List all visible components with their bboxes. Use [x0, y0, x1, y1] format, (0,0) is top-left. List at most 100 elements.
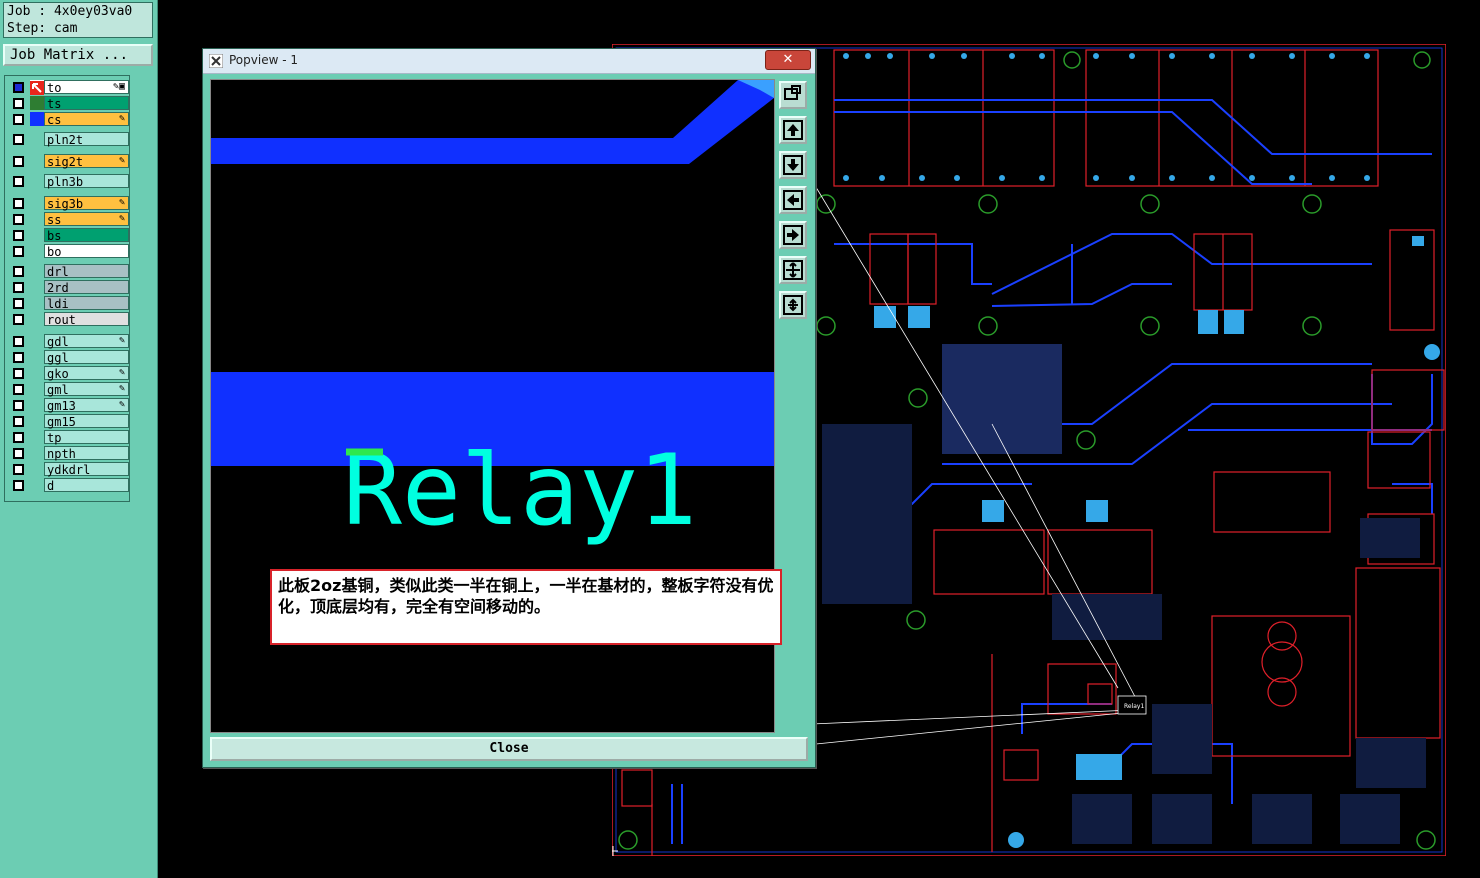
layer-name[interactable]: pln3b [44, 174, 129, 189]
zoom-window-tool[interactable] [779, 81, 807, 109]
layer-checkbox[interactable] [13, 314, 24, 325]
layer-color-swatch[interactable] [30, 80, 44, 95]
layer-color-swatch[interactable] [30, 398, 44, 412]
layer-checkbox[interactable] [13, 134, 24, 145]
layer-color-swatch[interactable] [30, 154, 44, 168]
pan-down-icon[interactable] [779, 151, 807, 179]
layer-row-to[interactable]: to ✎▣ [7, 80, 129, 95]
layer-row-drl[interactable]: drl [7, 264, 129, 279]
layer-name[interactable]: ldi [44, 296, 129, 311]
layer-checkbox[interactable] [13, 114, 24, 125]
popview-window[interactable]: Popview - 1 ✕ Relay1 Close [202, 48, 816, 768]
layer-checkbox[interactable] [13, 266, 24, 277]
layer-name[interactable]: ts [44, 96, 129, 111]
layer-row-ydkdrl[interactable]: ydkdrl [7, 462, 129, 477]
layer-name[interactable]: gml [44, 382, 129, 397]
layer-color-swatch[interactable] [30, 462, 44, 476]
popview-titlebar[interactable]: Popview - 1 ✕ [203, 49, 815, 74]
layer-checkbox[interactable] [13, 368, 24, 379]
layer-color-swatch[interactable] [30, 382, 44, 396]
layer-row-bs[interactable]: bs [7, 228, 129, 243]
layer-color-swatch[interactable] [30, 196, 44, 210]
layer-checkbox[interactable] [13, 448, 24, 459]
layer-name[interactable]: ggl [44, 350, 129, 365]
layer-color-swatch[interactable] [30, 132, 44, 146]
layer-color-swatch[interactable] [30, 414, 44, 428]
layer-row-pln2t[interactable]: pln2t [7, 132, 129, 147]
layer-checkbox[interactable] [13, 298, 24, 309]
layer-color-swatch[interactable] [30, 174, 44, 188]
layer-checkbox[interactable] [13, 214, 24, 225]
pan-left-icon[interactable] [779, 186, 807, 214]
layer-name[interactable]: tp [44, 430, 129, 445]
layer-name[interactable]: ydkdrl [44, 462, 129, 477]
layer-name[interactable]: sig2t [44, 154, 129, 169]
layer-color-swatch[interactable] [30, 350, 44, 364]
layer-color-swatch[interactable] [30, 334, 44, 348]
window-close-button[interactable]: ✕ [765, 50, 811, 70]
layer-row-gml[interactable]: gml ✎ [7, 382, 129, 397]
zoom-in-icon[interactable] [779, 256, 807, 284]
layer-row-cs[interactable]: cs ✎ [7, 112, 129, 127]
layer-checkbox[interactable] [13, 198, 24, 209]
layer-row-ggl[interactable]: ggl [7, 350, 129, 365]
layer-checkbox[interactable] [13, 352, 24, 363]
layer-checkbox[interactable] [13, 176, 24, 187]
layer-checkbox[interactable] [13, 480, 24, 491]
layer-name[interactable]: rout [44, 312, 129, 327]
layer-checkbox[interactable] [13, 98, 24, 109]
layer-color-swatch[interactable] [30, 212, 44, 226]
layer-name[interactable]: pln2t [44, 132, 129, 147]
layer-color-swatch[interactable] [30, 312, 44, 326]
layer-color-swatch[interactable] [30, 264, 44, 278]
layer-row-gm15[interactable]: gm15 [7, 414, 129, 429]
layer-checkbox[interactable] [13, 384, 24, 395]
layer-name[interactable]: d [44, 478, 129, 493]
layer-name[interactable]: npth [44, 446, 129, 461]
layer-color-swatch[interactable] [30, 366, 44, 380]
layer-row-d[interactable]: d [7, 478, 129, 493]
layer-color-swatch[interactable] [30, 228, 44, 242]
layer-checkbox[interactable] [13, 432, 24, 443]
layer-checkbox[interactable] [13, 416, 24, 427]
layer-row-bo[interactable]: bo [7, 244, 129, 259]
layer-name[interactable]: gm15 [44, 414, 129, 429]
close-button[interactable]: Close [210, 737, 808, 761]
layer-row-ts[interactable]: ts [7, 96, 129, 111]
layer-checkbox[interactable] [13, 464, 24, 475]
zoom-out-icon[interactable] [779, 291, 807, 319]
layer-color-swatch[interactable] [30, 112, 44, 126]
layer-row-2rd[interactable]: 2rd [7, 280, 129, 295]
layer-checkbox[interactable] [13, 82, 24, 93]
layer-color-swatch[interactable] [30, 296, 44, 310]
layer-row-sig2t[interactable]: sig2t ✎ [7, 154, 129, 169]
pan-up-icon[interactable] [779, 116, 807, 144]
layer-name[interactable]: 2rd [44, 280, 129, 295]
layer-row-gko[interactable]: gko ✎ [7, 366, 129, 381]
layer-color-swatch[interactable] [30, 478, 44, 492]
layer-row-tp[interactable]: tp [7, 430, 129, 445]
job-matrix-button[interactable]: Job Matrix ... [3, 44, 153, 66]
layer-row-pln3b[interactable]: pln3b [7, 174, 129, 189]
layer-name[interactable]: bo [44, 244, 129, 259]
layer-name[interactable]: gko [44, 366, 129, 381]
layer-row-gdl[interactable]: gdl ✎ [7, 334, 129, 349]
layer-checkbox[interactable] [13, 230, 24, 241]
layer-row-gm13[interactable]: gm13 ✎ [7, 398, 129, 413]
layer-name[interactable]: cs [44, 112, 129, 127]
layer-checkbox[interactable] [13, 282, 24, 293]
layer-checkbox[interactable] [13, 246, 24, 257]
layer-row-ss[interactable]: ss ✎ [7, 212, 129, 227]
layer-row-rout[interactable]: rout [7, 312, 129, 327]
layer-name[interactable]: gdl [44, 334, 129, 349]
layer-row-npth[interactable]: npth [7, 446, 129, 461]
layer-color-swatch[interactable] [30, 244, 44, 258]
layer-name[interactable]: drl [44, 264, 129, 279]
layer-row-sig3b[interactable]: sig3b ✎ [7, 196, 129, 211]
layer-checkbox[interactable] [13, 336, 24, 347]
layer-checkbox[interactable] [13, 400, 24, 411]
layer-color-swatch[interactable] [30, 446, 44, 460]
layer-name[interactable]: ss [44, 212, 129, 227]
layer-checkbox[interactable] [13, 156, 24, 167]
layer-row-ldi[interactable]: ldi [7, 296, 129, 311]
